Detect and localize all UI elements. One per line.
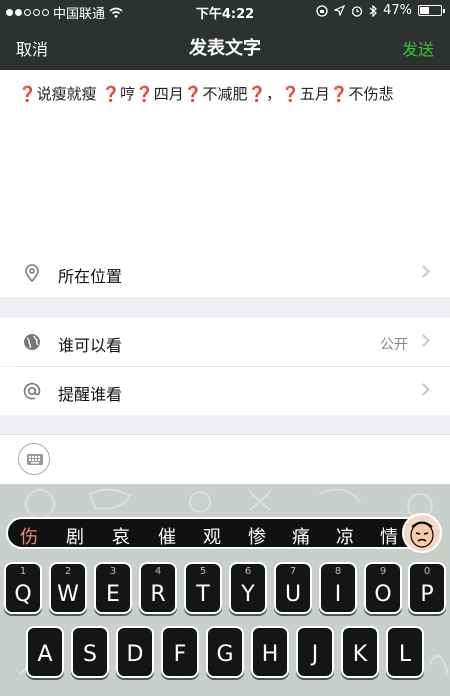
candidate-item[interactable]: 痛: [292, 523, 310, 549]
key-label: U: [284, 582, 302, 607]
key-number: 7: [289, 566, 297, 577]
key-p[interactable]: 0 P: [408, 562, 446, 614]
key-number: 5: [199, 566, 207, 577]
key-number: 4: [154, 566, 162, 577]
key-u[interactable]: 7 U: [274, 562, 312, 614]
chevron-right-icon: [417, 383, 430, 396]
key-o[interactable]: 9 O: [364, 562, 402, 614]
globe-icon: [24, 334, 40, 350]
candidate-item[interactable]: 哀: [112, 523, 130, 549]
location-arrow-icon: [334, 5, 346, 16]
candidate-item[interactable]: 伤: [20, 523, 38, 549]
key-label: P: [420, 582, 434, 607]
key-j[interactable]: J: [296, 626, 334, 678]
visibility-label: 谁可以看: [58, 336, 123, 355]
chevron-right-icon: [417, 265, 430, 278]
key-a[interactable]: A: [26, 626, 64, 678]
keyboard-icon: [27, 454, 43, 465]
key-s[interactable]: S: [71, 626, 109, 678]
key-label: K: [352, 642, 368, 667]
key-f[interactable]: F: [161, 626, 199, 678]
key-number: 2: [64, 566, 72, 577]
key-number: 8: [334, 566, 342, 577]
key-k[interactable]: K: [341, 626, 379, 678]
candidate-item[interactable]: 催: [158, 523, 176, 549]
alarm-icon: [351, 5, 363, 17]
key-label: H: [261, 642, 279, 667]
key-label: S: [83, 642, 97, 667]
key-label: D: [126, 642, 144, 667]
post-text[interactable]: ❓说瘦就瘦 ❓哼❓四月❓不减肥❓，❓五月❓不伤悲: [18, 84, 432, 104]
page-title: 发表文字: [189, 38, 261, 59]
send-button[interactable]: 发送: [402, 36, 434, 60]
key-number: 0: [423, 566, 431, 577]
bluetooth-icon: [369, 4, 377, 17]
visibility-value: 公开: [380, 337, 408, 353]
key-label: L: [398, 642, 412, 667]
visibility-row[interactable]: 谁可以看 公开: [0, 318, 450, 366]
key-number: 3: [109, 566, 117, 577]
candidate-item[interactable]: 剧: [66, 523, 84, 549]
battery-percent: 47%: [383, 3, 412, 18]
location-label: 所在位置: [58, 267, 123, 286]
candidate-item[interactable]: 观: [203, 523, 221, 549]
key-number: 9: [379, 566, 387, 577]
candidate-item[interactable]: 情: [380, 523, 398, 549]
rotation-lock-icon: [316, 4, 328, 17]
location-row[interactable]: 所在位置: [0, 249, 450, 297]
nav-bar: 取消 发表文字 发送: [0, 22, 450, 70]
key-number: 6: [244, 566, 252, 577]
key-w[interactable]: 2 W: [49, 562, 87, 614]
key-label: A: [37, 642, 53, 667]
battery-fill: [420, 7, 430, 14]
key-label: F: [173, 642, 187, 667]
key-label: E: [106, 582, 120, 607]
location-pin-icon: [25, 264, 39, 283]
post-composer[interactable]: ❓说瘦就瘦 ❓哼❓四月❓不减肥❓，❓五月❓不伤悲: [0, 70, 450, 249]
status-right: 47%: [316, 3, 445, 18]
key-label: G: [216, 642, 234, 667]
candidate-bar: 伤 剧 哀 催 观 惨 痛 凉 情: [6, 513, 442, 553]
key-g[interactable]: G: [206, 626, 244, 678]
chevron-right-icon: [417, 334, 430, 347]
key-label: W: [57, 582, 79, 607]
mention-row[interactable]: 提醒谁看: [0, 367, 450, 415]
battery-icon: [418, 5, 445, 16]
key-label: Q: [14, 582, 32, 607]
key-label: T: [196, 582, 210, 607]
key-r[interactable]: 4 R: [139, 562, 177, 614]
key-y[interactable]: 6 Y: [229, 562, 267, 614]
status-bar: 中国联通 下午4:22 47%: [0, 0, 450, 22]
key-e[interactable]: 3 E: [94, 562, 132, 614]
keyboard-toggle-button[interactable]: [18, 443, 50, 475]
candidate-item[interactable]: 凉: [336, 523, 354, 549]
key-i[interactable]: 8 I: [319, 562, 357, 614]
key-label: I: [334, 582, 342, 607]
key-t[interactable]: 5 T: [184, 562, 222, 614]
custom-keyboard: 伤 剧 哀 催 观 惨 痛 凉 情 1 Q 2 W 3 E 4 R 5 T 6 …: [0, 484, 450, 696]
key-number: 1: [19, 566, 27, 577]
mention-label: 提醒谁看: [58, 385, 123, 404]
mascot-face-icon: [410, 521, 434, 548]
key-q[interactable]: 1 Q: [4, 562, 42, 614]
input-toolbar: [0, 434, 450, 484]
key-label: R: [150, 582, 166, 607]
key-d[interactable]: D: [116, 626, 154, 678]
key-label: O: [374, 582, 392, 607]
candidate-item[interactable]: 惨: [248, 523, 266, 549]
key-label: Y: [241, 582, 255, 607]
key-h[interactable]: H: [251, 626, 289, 678]
keyboard-mascot-icon[interactable]: [402, 513, 442, 553]
key-l[interactable]: L: [386, 626, 424, 678]
key-label: J: [311, 642, 319, 667]
at-icon: [23, 382, 41, 400]
